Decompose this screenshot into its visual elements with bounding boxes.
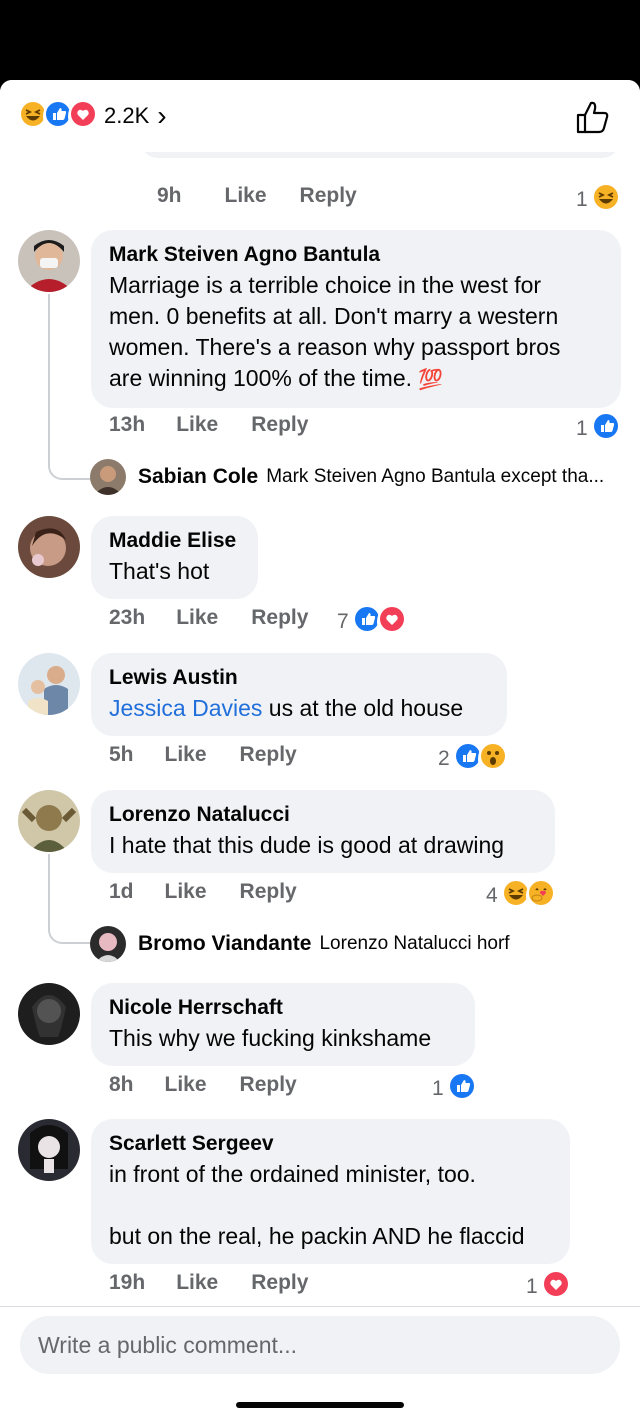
comment-bubble[interactable]: Scarlett Sergeev in front of the ordaine… — [91, 1119, 570, 1264]
comment-actions: 5h Like Reply — [109, 743, 297, 767]
reply-button[interactable]: Reply — [251, 606, 308, 630]
comment-bubble[interactable]: Lorenzo Natalucci I hate that this dude … — [91, 790, 555, 873]
like-button[interactable]: Like — [176, 413, 218, 437]
like-button[interactable]: Like — [165, 743, 207, 767]
comment-text: I hate that this dude is good at drawing — [109, 832, 505, 858]
reaction-count: 7 — [337, 610, 349, 633]
comment-input[interactable]: Write a public comment... — [20, 1316, 620, 1374]
like-button[interactable]: Like — [165, 880, 207, 904]
avatar[interactable] — [18, 790, 80, 852]
comment-bubble[interactable]: Mark Steiven Agno Bantula Marriage is a … — [91, 230, 621, 408]
comment-actions: 1d Like Reply — [109, 880, 297, 904]
comment-reactions[interactable]: 2 — [438, 741, 508, 777]
avatar[interactable] — [18, 230, 80, 292]
reaction-count: 1 — [526, 1275, 538, 1298]
reply-thread-line — [48, 854, 92, 944]
reaction-count: 1 — [432, 1077, 444, 1100]
reply-text: Mark Steiven Agno Bantula except tha... — [266, 466, 605, 487]
comment-time: 13h — [109, 413, 146, 436]
reply-button[interactable]: Reply — [240, 1073, 297, 1097]
comment-time: 23h — [109, 606, 146, 629]
reply-thread-line — [48, 294, 92, 480]
comment-bubble[interactable]: Lewis Austin Jessica Davies us at the ol… — [91, 653, 507, 736]
comment-text: Marriage is a terrible choice in the wes… — [109, 272, 561, 391]
haha-reaction-icon — [590, 182, 621, 218]
reply-author[interactable]: Sabian Cole — [138, 465, 258, 489]
comment-actions: 13h Like Reply — [109, 413, 308, 437]
like-reaction-icon — [446, 1071, 477, 1107]
avatar[interactable] — [18, 1119, 80, 1181]
comment-text: in front of the ordained minister, too. … — [109, 1161, 525, 1249]
thumbs-up-outline-icon[interactable] — [574, 98, 612, 136]
avatar[interactable] — [18, 653, 80, 715]
comment-actions: 8h Like Reply — [109, 1073, 297, 1097]
reply-preview[interactable]: Bromo Viandante Lorenzo Natalucci horf — [90, 926, 510, 962]
comment-time: 5h — [109, 743, 134, 766]
reaction-count: 4 — [486, 884, 498, 907]
avatar[interactable] — [18, 516, 80, 578]
reply-text: Lorenzo Natalucci horf — [319, 933, 510, 954]
care-reaction-icon — [525, 878, 556, 914]
comment-bubble[interactable]: Nicole Herrschaft This why we fucking ki… — [91, 983, 475, 1066]
comment-bubble[interactable]: Maddie Elise That's hot — [91, 516, 258, 599]
comment-time: 19h — [109, 1271, 146, 1294]
comment-text: Jessica Davies us at the old house — [109, 695, 464, 721]
comment-time: 9h — [157, 184, 182, 207]
like-button[interactable]: Like — [176, 1271, 218, 1295]
hundred-points-emoji: 💯 — [418, 369, 444, 391]
chevron-right-icon: › — [157, 100, 167, 131]
love-reaction-icon — [376, 604, 407, 640]
wow-reaction-icon — [477, 741, 508, 777]
avatar[interactable] — [90, 926, 126, 962]
reply-button[interactable]: Reply — [240, 743, 297, 767]
like-button[interactable]: Like — [225, 184, 267, 208]
comment-reactions[interactable]: 1 — [526, 1269, 571, 1305]
reply-button[interactable]: Reply — [300, 184, 357, 208]
comment-reactions[interactable]: 1 — [432, 1071, 477, 1107]
reply-author[interactable]: Bromo Viandante — [138, 932, 311, 956]
love-reaction-icon — [540, 1269, 571, 1305]
reply-button[interactable]: Reply — [251, 413, 308, 437]
comment-time: 8h — [109, 1073, 134, 1096]
comment-reactions[interactable]: 1 — [576, 411, 621, 447]
home-indicator[interactable] — [236, 1402, 404, 1408]
comment-author[interactable]: Lewis Austin — [109, 663, 489, 693]
love-reaction-icon — [68, 98, 98, 134]
reply-button[interactable]: Reply — [240, 880, 297, 904]
comment-reactions[interactable]: 4 — [486, 878, 556, 914]
comment-input-placeholder: Write a public comment... — [38, 1331, 298, 1358]
reaction-count: 1 — [576, 417, 588, 440]
comment-author[interactable]: Mark Steiven Agno Bantula — [109, 240, 603, 270]
comments-sheet: 2.2K › 9h Like Reply 1 Mark Steiven Agno… — [0, 80, 640, 1422]
comment-text: This why we fucking kinkshame — [109, 1025, 432, 1051]
comment-author[interactable]: Scarlett Sergeev — [109, 1129, 552, 1159]
comment-author[interactable]: Nicole Herrschaft — [109, 993, 457, 1023]
like-button[interactable]: Like — [165, 1073, 207, 1097]
comment-author[interactable]: Lorenzo Natalucci — [109, 800, 537, 830]
top-reactions — [18, 98, 98, 134]
comment-text: That's hot — [109, 558, 210, 584]
avatar[interactable] — [18, 983, 80, 1045]
reaction-count: 2 — [438, 747, 450, 770]
mention-link[interactable]: Jessica Davies — [109, 695, 262, 721]
comment-actions: 19h Like Reply — [109, 1271, 308, 1295]
comment-author[interactable]: Maddie Elise — [109, 526, 240, 556]
reaction-count: 1 — [576, 188, 588, 211]
reply-button[interactable]: Reply — [251, 1271, 308, 1295]
reply-preview[interactable]: Sabian Cole Mark Steiven Agno Bantula ex… — [90, 459, 604, 495]
divider — [0, 1306, 640, 1307]
like-button[interactable]: Like — [176, 606, 218, 630]
comment-reactions[interactable]: 7 — [337, 604, 407, 640]
reaction-total: 2.2K — [104, 103, 150, 128]
comment-time: 1d — [109, 880, 134, 903]
like-reaction-icon — [590, 411, 621, 447]
comment-actions: 23h Like Reply — [109, 606, 308, 630]
previous-comment-reactions[interactable]: 1 — [576, 182, 621, 218]
avatar[interactable] — [90, 459, 126, 495]
reactions-header[interactable]: 2.2K › — [0, 80, 640, 152]
previous-comment-actions: 9h Like Reply — [157, 184, 357, 208]
